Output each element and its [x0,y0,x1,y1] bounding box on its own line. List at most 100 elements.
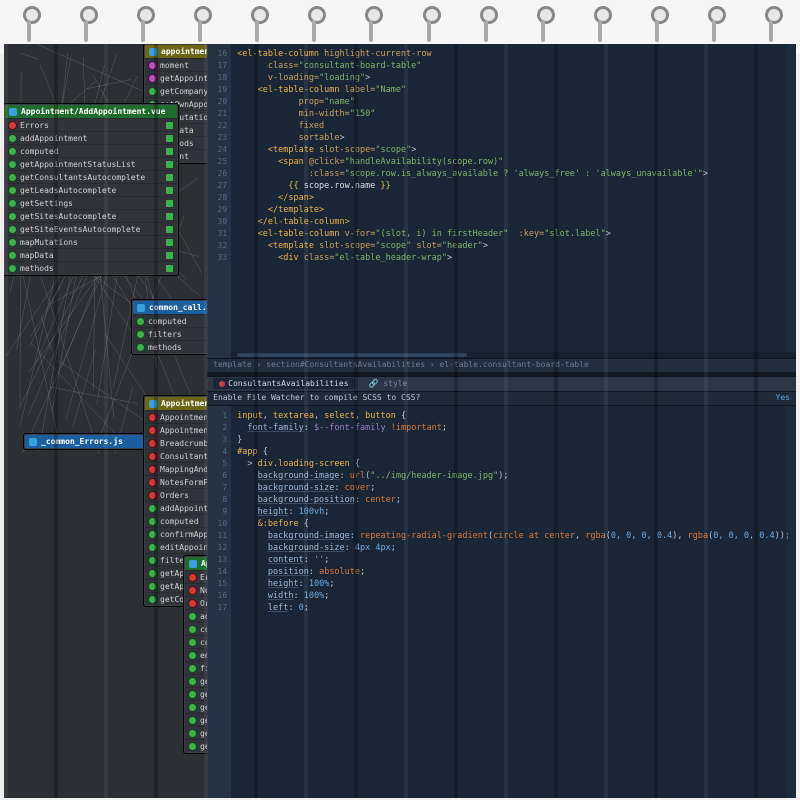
member-label: getSiteEventsAutocomplete [200,742,207,751]
node-member[interactable]: addAppointment [145,501,207,514]
port-icon [166,148,173,155]
member-label: editAppointment [200,651,207,660]
node-member[interactable]: Breadcrumb [145,436,207,449]
port-icon [166,200,173,207]
node-member[interactable]: mapData [5,248,177,261]
port-icon [166,239,173,246]
node-member[interactable]: confirmAppointment [145,527,207,540]
member-icon [149,544,156,551]
minimap[interactable] [786,406,796,798]
horizontal-scrollbar[interactable] [231,352,796,358]
node-member[interactable]: editAppointment [145,540,207,553]
member-icon [189,743,196,750]
member-icon [149,75,156,82]
tab-label: style [383,379,407,388]
port-icon [166,187,173,194]
member-label: addAppointment [200,612,207,621]
member-label: addAppointment [160,504,207,513]
node-member[interactable]: methods [5,261,177,274]
node-member[interactable]: computed [185,622,207,635]
notice-yes-link[interactable]: Yes [776,393,790,404]
member-icon [9,135,16,142]
node-member[interactable]: NotesFormPart [145,475,207,488]
node-member[interactable]: addAppointment [185,609,207,622]
file-icon [189,560,197,568]
node-member[interactable]: Orders [185,596,207,609]
node-member[interactable]: methods [133,340,207,353]
line-gutter: 161718192021222324252627282930313233 [207,44,231,358]
node-member[interactable]: getAppointmentStatusList [185,687,207,700]
node-member[interactable]: getCompanyAppointmentsList [145,84,207,97]
graph-node[interactable]: Appointment/EditAppointment.vueErrorsNot… [184,556,207,753]
node-member[interactable]: ConsultantsAvailabilities [145,449,207,462]
graph-node[interactable]: Appointment/AddAppointment.vue ErrorsaddA… [4,104,178,275]
member-icon [189,717,196,724]
node-member[interactable]: getAppointmentsList [145,71,207,84]
member-icon [9,265,16,272]
node-member[interactable]: moment [145,58,207,71]
editor-tab[interactable]: 🔗 style [363,378,414,389]
node-member[interactable]: getSitesAutocomplete [5,209,177,222]
node-member[interactable]: computed [5,144,177,157]
node-member[interactable]: getAppointmentStatusList [5,157,177,170]
member-icon [149,440,156,447]
file-icon [149,400,157,408]
node-member[interactable]: getSiteEventsAutocomplete [5,222,177,235]
node-member[interactable]: computed [133,314,207,327]
node-member[interactable]: getSitesAutocomplete [185,726,207,739]
node-member[interactable]: Orders [145,488,207,501]
node-member[interactable]: addAppointment [5,131,177,144]
node-member[interactable]: mapMutations [5,235,177,248]
member-label: confirmAppointment [160,530,207,539]
member-icon [149,427,156,434]
node-member[interactable]: filters [185,661,207,674]
breadcrumb[interactable]: template › section#ConsultantsAvailabili… [207,358,796,372]
member-label: editAppointment [160,543,207,552]
member-icon [137,344,144,351]
node-member[interactable]: getLeadsAutocomplete [185,713,207,726]
node-member[interactable]: MappingAndTracking [145,462,207,475]
node-member[interactable]: computed [145,514,207,527]
member-icon [149,414,156,421]
node-member[interactable]: AppointmentBoardCall [145,410,207,423]
node-member[interactable]: confirmAppointment [185,635,207,648]
node-member[interactable]: getConsultantsAutocomplete [185,700,207,713]
curtain-panel: appointments.jsmomentgetAppointmentsList… [4,44,796,798]
node-member[interactable]: getSiteEventsAutocomplete [185,739,207,752]
tab-label: ConsultantsAvailabilities [228,379,348,388]
member-label: AppointmentBoardCall [160,413,207,422]
editor-tab[interactable]: ConsultantsAvailabilities [213,378,354,389]
member-icon [9,122,16,129]
node-member[interactable]: filters [133,327,207,340]
file-icon [29,438,37,446]
scrollbar-thumb[interactable] [237,353,467,357]
node-member[interactable]: getAppointment [185,674,207,687]
node-member[interactable]: getSettings [5,196,177,209]
member-icon [189,626,196,633]
node-title: common_call.js [149,303,207,312]
node-member[interactable]: editAppointment [185,648,207,661]
minimap[interactable] [786,44,796,358]
node-member[interactable]: AppointmentsOnDay [145,423,207,436]
member-icon [9,148,16,155]
graph-node[interactable]: common_call.js computedfiltersmethods [132,300,207,354]
node-member[interactable]: Errors [185,570,207,583]
file-watcher-notice: Enable File Watcher to compile SCSS to C… [207,392,796,406]
member-icon [9,174,16,181]
code-content[interactable]: <el-table-column highlight-current-row c… [231,44,796,358]
member-icon [149,88,156,95]
dirty-dot-icon [219,381,225,387]
graph-node[interactable]: _common_Errors.js [24,434,146,449]
member-icon [149,62,156,69]
member-icon [137,318,144,325]
code-content[interactable]: input, textarea, select, button { font-f… [231,406,796,798]
node-member[interactable]: Errors [5,118,177,131]
node-title: Appointment/AddAppointment.vue [21,107,166,116]
member-label: MappingAndTracking [160,465,207,474]
member-icon [9,187,16,194]
port-icon [166,213,173,220]
node-member[interactable]: NotesFormPart [185,583,207,596]
node-member[interactable]: getConsultantsAutocomplete [5,170,177,183]
node-title: Appointment/Appointments.vue [161,399,207,408]
node-member[interactable]: getLeadsAutocomplete [5,183,177,196]
